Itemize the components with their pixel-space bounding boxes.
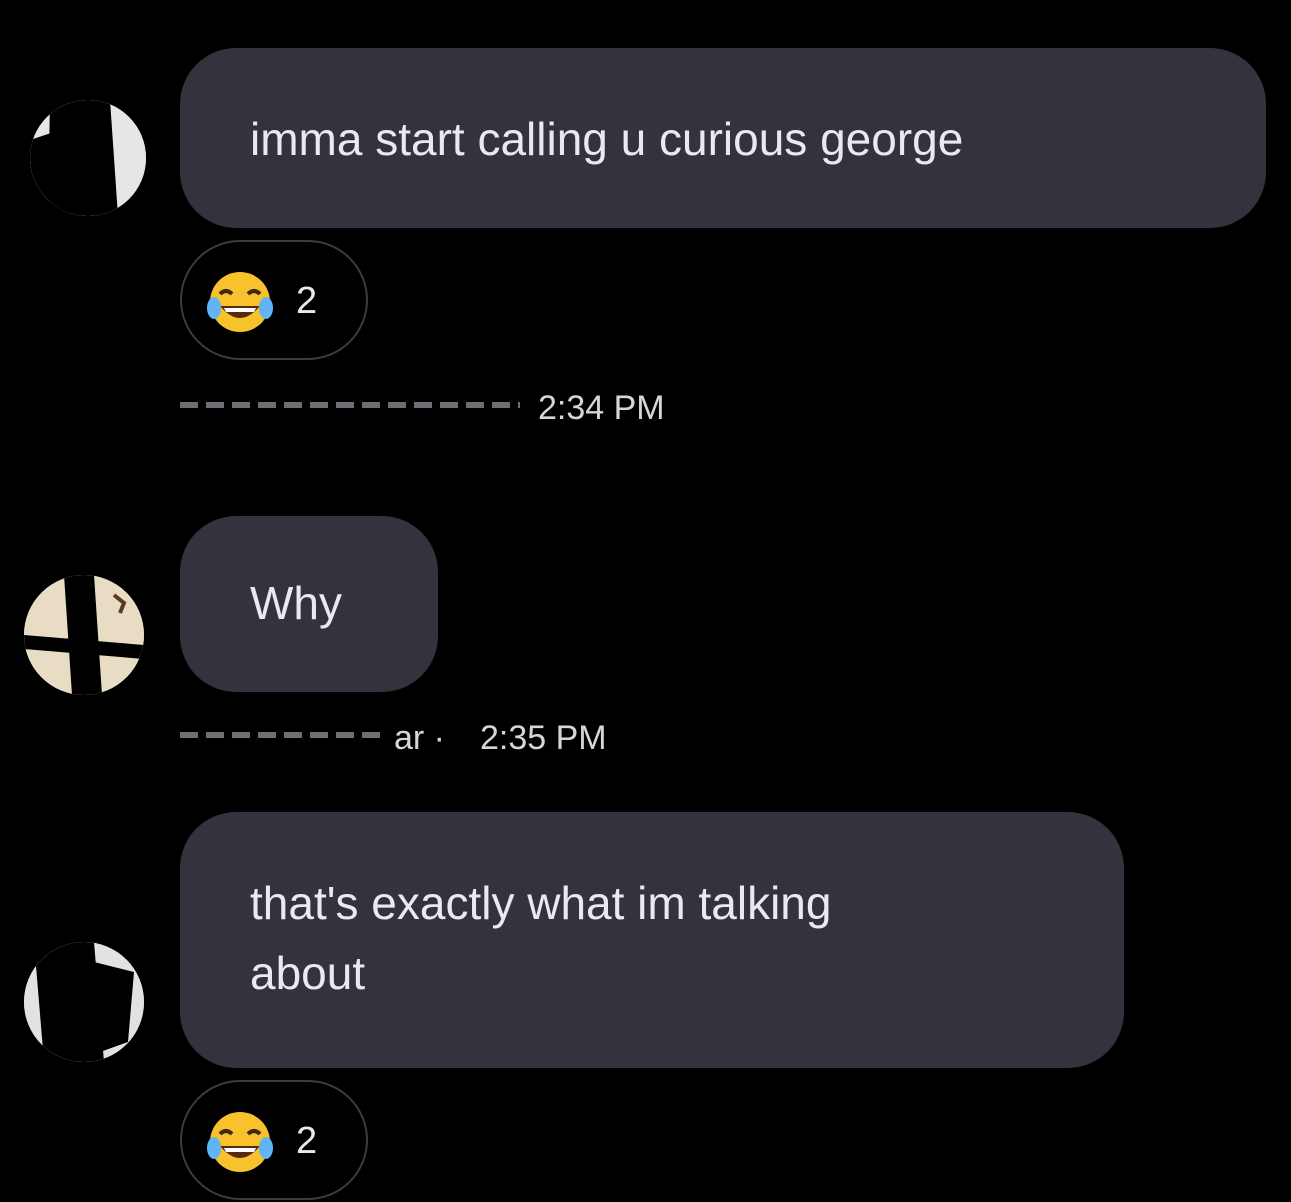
face-with-tears-of-joy-icon [207, 272, 273, 332]
message-bubble[interactable]: that's exactly what im talking about [180, 812, 1124, 1068]
reaction-pill[interactable]: 2 [180, 240, 368, 360]
message-bubble[interactable]: Why [180, 516, 438, 692]
message-text: imma start calling u curious george [250, 113, 964, 165]
reaction-count: 2 [296, 280, 318, 322]
message-text: Why [250, 577, 342, 629]
avatar[interactable] [24, 575, 144, 695]
redacted-sender-name [180, 732, 380, 738]
face-with-tears-of-joy-icon [207, 1112, 273, 1172]
scribbled-out-avatar-image [24, 575, 144, 695]
scribbled-out-avatar-image [30, 100, 146, 216]
avatar[interactable] [30, 100, 146, 216]
sender-name-fragment: ar · [394, 719, 445, 757]
avatar[interactable] [24, 942, 144, 1062]
redacted-sender-name [180, 402, 520, 408]
message-text: that's exactly what im talking about [250, 877, 832, 999]
message-timestamp: 2:34 PM [538, 389, 665, 427]
message-bubble[interactable]: imma start calling u curious george [180, 48, 1266, 228]
reaction-pill[interactable]: 2 [180, 1080, 368, 1200]
message-timestamp: 2:35 PM [480, 719, 607, 757]
scribbled-out-avatar-image [24, 942, 144, 1062]
reaction-count: 2 [296, 1120, 318, 1162]
